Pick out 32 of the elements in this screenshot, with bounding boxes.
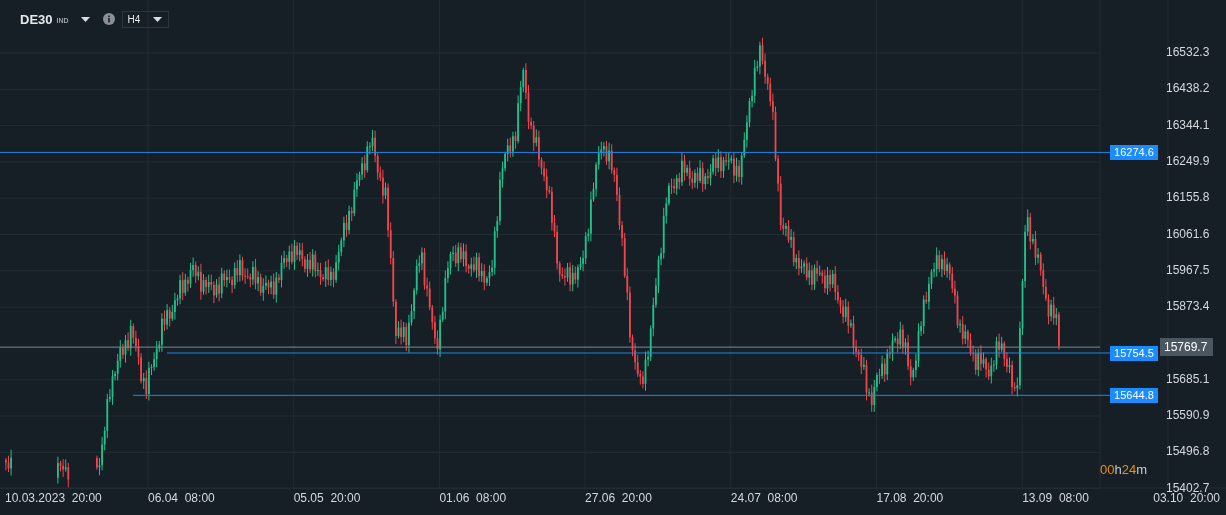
symbol-name[interactable]: DE30 — [20, 11, 53, 27]
price-tick-label: 16344.1 — [1166, 117, 1210, 132]
price-tick-label: 15685.1 — [1166, 371, 1210, 386]
price-tick-label: 16532.3 — [1166, 45, 1210, 59]
price-level-label[interactable]: 15644.8 — [1110, 388, 1158, 404]
price-tick-label: 16155.8 — [1166, 190, 1210, 205]
timeframe-dropdown[interactable]: H4 — [121, 10, 170, 28]
current-price-label: 15769.7 — [1160, 338, 1214, 357]
price-tick-label: 15873.4 — [1166, 299, 1210, 314]
caret-icon[interactable] — [80, 16, 90, 22]
price-level-label[interactable]: 15754.5 — [1110, 346, 1158, 361]
time-axis-label: 27.06 20:00 — [585, 491, 652, 505]
candle-countdown: 00h24m — [1100, 462, 1147, 477]
time-axis-label: 03.10 20:00 — [1153, 491, 1220, 505]
price-tick-label: 16061.6 — [1166, 226, 1210, 241]
time-axis-label: 13.09 08:00 — [1022, 491, 1089, 505]
info-icon[interactable] — [102, 13, 115, 25]
caret-icon — [153, 16, 163, 22]
price-tick-label: 15590.9 — [1166, 408, 1210, 422]
time-axis-label: 10.03.2023 20:00 — [5, 491, 102, 505]
time-axis-label: 01.06 08:00 — [439, 491, 507, 505]
price-tick-label: 15967.5 — [1166, 262, 1210, 277]
price-tick-label: 16249.9 — [1166, 153, 1210, 168]
time-axis-label: 17.08 20:00 — [876, 491, 944, 505]
time-axis-label: 24.07 08:00 — [730, 491, 798, 505]
price-tick-label: 15496.8 — [1166, 444, 1210, 459]
price-level-line[interactable] — [0, 151, 1111, 153]
time-axis-label: 06.04 08:00 — [148, 491, 215, 505]
price-level-line[interactable] — [132, 394, 1111, 396]
time-axis-label: 05.05 20:00 — [293, 491, 361, 505]
price-level-label[interactable]: 16274.6 — [1110, 145, 1158, 161]
price-tick-label: 16438.2 — [1166, 81, 1210, 96]
